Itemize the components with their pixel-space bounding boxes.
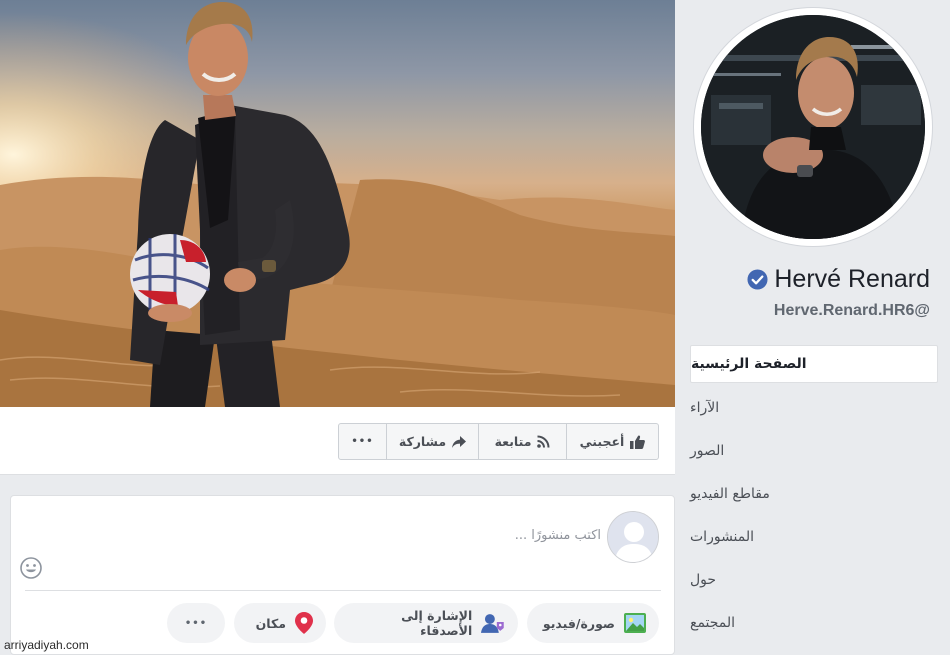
nav-item-label: الصور xyxy=(690,442,725,459)
page-name: Hervé Renard xyxy=(774,265,930,293)
cover-action-group: ••• مشاركة متابعة أعجبني xyxy=(338,423,659,460)
more-label: ••• xyxy=(351,436,374,447)
cover-photo-illustration xyxy=(0,0,675,407)
nav-item-about[interactable]: حول xyxy=(690,558,938,601)
follow-button[interactable]: متابعة xyxy=(479,424,567,459)
rss-icon xyxy=(537,435,550,448)
nav-item-posts[interactable]: المنشورات xyxy=(690,515,938,558)
nav-item-community[interactable]: المجتمع xyxy=(690,601,938,644)
map-pin-icon xyxy=(295,612,313,634)
profile-picture-illustration xyxy=(701,15,925,239)
follow-label: متابعة xyxy=(494,434,532,449)
composer-more-button[interactable]: ••• xyxy=(167,603,225,643)
nav-item-label: حول xyxy=(690,571,717,588)
default-avatar-icon xyxy=(608,512,658,562)
tag-friends-button[interactable]: الإشارة إلى الأصدقاء xyxy=(334,603,518,643)
nav-item-label: الصفحة الرئيسية xyxy=(691,356,807,372)
nav-item-home[interactable]: الصفحة الرئيسية xyxy=(690,345,938,383)
post-composer: اكتب منشورًا ... صورة/فيديو الإشارة إلى … xyxy=(10,495,675,655)
composer-divider xyxy=(25,590,661,591)
composer-avatar xyxy=(607,511,659,563)
tag-friends-label: الإشارة إلى الأصدقاء xyxy=(401,608,473,638)
nav-item-videos[interactable]: مقاطع الفيديو xyxy=(690,472,938,515)
photo-video-button[interactable]: صورة/فيديو xyxy=(527,603,659,643)
verified-badge-icon xyxy=(747,269,768,290)
like-button[interactable]: أعجبني xyxy=(567,424,658,459)
nav-item-label: المجتمع xyxy=(690,614,736,631)
nav-item-label: المنشورات xyxy=(690,528,755,545)
share-arrow-icon xyxy=(452,435,467,448)
place-button[interactable]: مكان xyxy=(234,603,326,643)
nav-item-reviews[interactable]: الآراء xyxy=(690,386,938,429)
like-label: أعجبني xyxy=(579,434,625,449)
page-name-row: Hervé Renard xyxy=(690,265,930,294)
thumbs-up-icon xyxy=(630,435,646,449)
share-button[interactable]: مشاركة xyxy=(387,424,479,459)
smiley-icon[interactable] xyxy=(20,557,42,579)
nav-item-photos[interactable]: الصور xyxy=(690,429,938,472)
photo-icon xyxy=(624,613,646,633)
place-label: مكان xyxy=(255,615,286,631)
source-watermark: arriyadiyah.com xyxy=(4,638,89,652)
page-handle[interactable]: Herve.Renard.HR6@ xyxy=(690,302,930,320)
composer-input[interactable]: اكتب منشورًا ... xyxy=(481,528,601,543)
tag-friends-icon xyxy=(481,614,505,633)
more-options-button[interactable]: ••• xyxy=(339,424,387,459)
composer-more-label: ••• xyxy=(184,617,208,629)
nav-item-label: مقاطع الفيديو xyxy=(690,485,770,502)
share-label: مشاركة xyxy=(398,434,447,449)
cover-photo[interactable] xyxy=(0,0,675,407)
nav-item-label: الآراء xyxy=(690,399,720,416)
photo-video-label: صورة/فيديو xyxy=(542,615,615,631)
profile-picture[interactable] xyxy=(701,15,925,239)
page-nav: الصفحة الرئيسية الآراء الصور مقاطع الفيد… xyxy=(690,345,938,644)
